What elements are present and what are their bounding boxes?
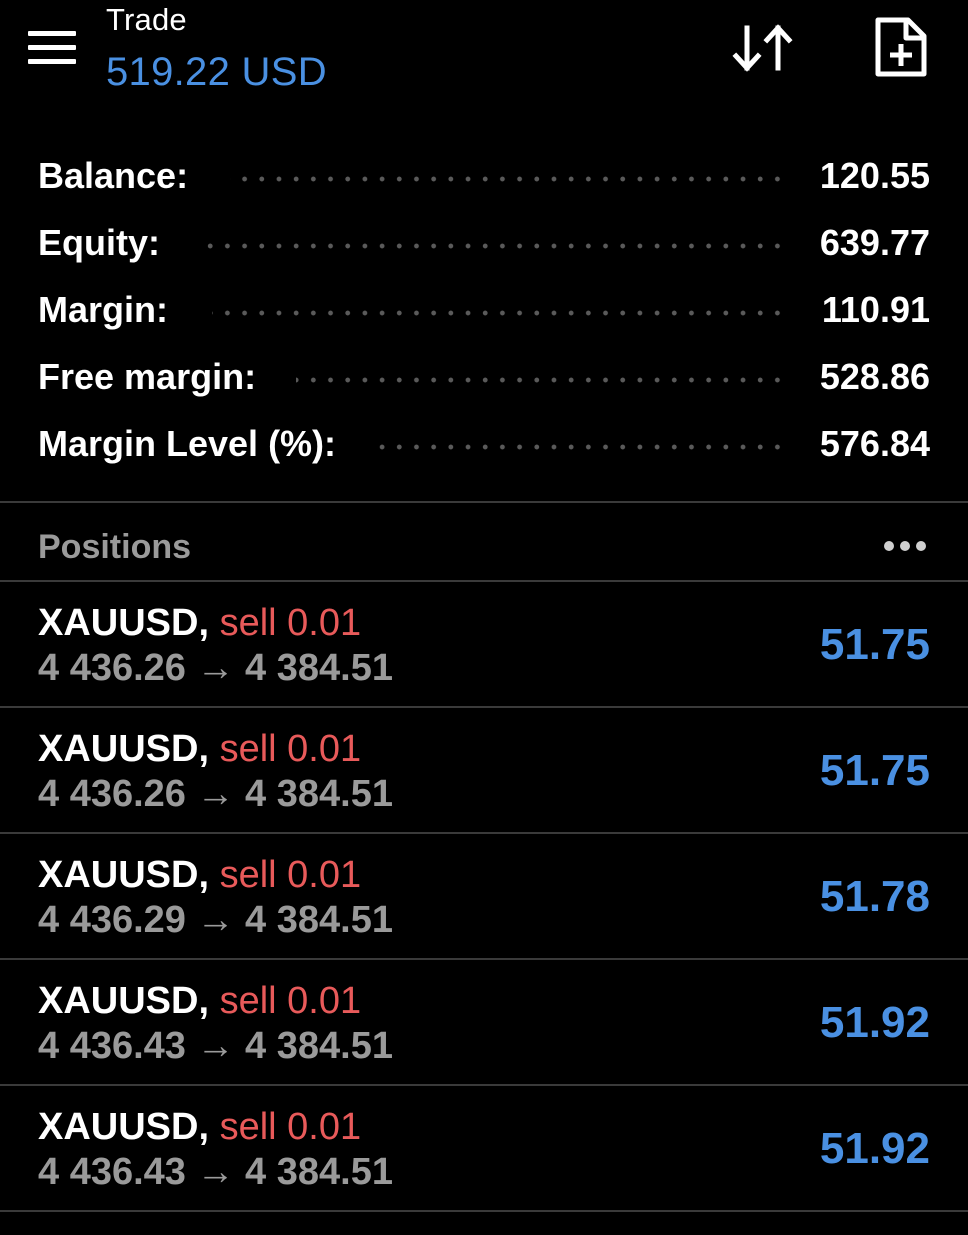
new-document-plus-icon: [875, 17, 927, 77]
position-profit: 51.78: [819, 872, 930, 921]
free-margin-label: Free margin:: [38, 356, 257, 397]
positions-header: Positions: [0, 504, 968, 580]
dotted-leader: [230, 175, 786, 183]
position-side-volume: sell 0.01: [219, 1106, 362, 1148]
position-current-price: 4 384.51: [245, 899, 393, 941]
dotted-leader: [374, 443, 786, 451]
position-row[interactable]: XAUUSD, sell 0.01 4 436.43 → 4 384.51 51…: [0, 1086, 968, 1212]
position-profit: 51.75: [819, 746, 930, 795]
dotted-leader: [296, 376, 786, 384]
positions-title: Positions: [38, 528, 192, 566]
price-arrow-icon: →: [196, 773, 235, 815]
position-row[interactable]: XAUUSD, sell 0.01 4 436.43 → 4 384.51 51…: [0, 960, 968, 1086]
balance-row: Balance: 120.55: [0, 145, 968, 212]
dotted-leader: [212, 309, 786, 317]
equity-label: Equity:: [38, 222, 160, 263]
margin-level-row: Margin Level (%): 576.84: [0, 413, 968, 480]
position-row[interactable]: XAUUSD, sell 0.01 4 436.29 → 4 384.51 51…: [0, 834, 968, 960]
top-bar: Trade 519.22 USD: [0, 0, 968, 120]
margin-level-label: Margin Level (%):: [38, 423, 337, 464]
sort-button[interactable]: [730, 18, 796, 78]
position-side-volume: sell 0.01: [219, 854, 362, 896]
margin-level-value: 576.84: [819, 423, 930, 464]
section-divider: [0, 501, 968, 503]
position-profit: 51.75: [819, 620, 930, 669]
position-open-price: 4 436.26: [38, 773, 186, 815]
margin-row: Margin: 110.91: [0, 279, 968, 346]
balance-label: Balance:: [38, 155, 189, 196]
page-title: Trade: [106, 2, 187, 37]
free-margin-row: Free margin: 528.86: [0, 346, 968, 413]
price-arrow-icon: →: [196, 899, 235, 941]
account-equity-subtitle: 519.22 USD: [106, 50, 327, 94]
position-symbol: XAUUSD,: [38, 602, 210, 644]
position-current-price: 4 384.51: [245, 773, 393, 815]
position-open-price: 4 436.43: [38, 1151, 186, 1193]
margin-label: Margin:: [38, 289, 168, 330]
margin-value: 110.91: [821, 289, 930, 330]
price-arrow-icon: →: [196, 1151, 235, 1193]
position-side-volume: sell 0.01: [219, 980, 362, 1022]
position-row[interactable]: XAUUSD, sell 0.01 4 436.26 → 4 384.51 51…: [0, 708, 968, 834]
equity-value: 639.77: [819, 222, 930, 263]
equity-row: Equity: 639.77: [0, 212, 968, 279]
position-current-price: 4 384.51: [245, 647, 393, 689]
position-symbol: XAUUSD,: [38, 854, 210, 896]
hamburger-menu-icon[interactable]: [24, 28, 80, 68]
position-open-price: 4 436.29: [38, 899, 186, 941]
positions-list: XAUUSD, sell 0.01 4 436.26 → 4 384.51 51…: [0, 582, 968, 1212]
position-profit: 51.92: [819, 1124, 930, 1173]
new-order-button[interactable]: [870, 14, 930, 80]
account-summary: Balance: 120.55 Equity: 639.77 Margin: 1…: [0, 145, 968, 480]
dotted-leader: [198, 242, 786, 250]
position-row[interactable]: XAUUSD, sell 0.01 4 436.26 → 4 384.51 51…: [0, 582, 968, 708]
position-profit: 51.92: [819, 998, 930, 1047]
position-side-volume: sell 0.01: [219, 728, 362, 770]
balance-value: 120.55: [819, 155, 930, 196]
position-symbol: XAUUSD,: [38, 1106, 210, 1148]
price-arrow-icon: →: [196, 647, 235, 689]
position-open-price: 4 436.43: [38, 1025, 186, 1067]
position-side-volume: sell 0.01: [219, 602, 362, 644]
more-horizontal-icon[interactable]: [882, 534, 928, 554]
price-arrow-icon: →: [196, 1025, 235, 1067]
sort-arrows-icon: [732, 24, 793, 72]
position-open-price: 4 436.26: [38, 647, 186, 689]
position-current-price: 4 384.51: [245, 1025, 393, 1067]
trade-screen: Trade 519.22 USD Balance: 120.55 Equity:…: [0, 0, 968, 1235]
position-symbol: XAUUSD,: [38, 728, 210, 770]
free-margin-value: 528.86: [819, 356, 930, 397]
position-symbol: XAUUSD,: [38, 980, 210, 1022]
position-current-price: 4 384.51: [245, 1151, 393, 1193]
